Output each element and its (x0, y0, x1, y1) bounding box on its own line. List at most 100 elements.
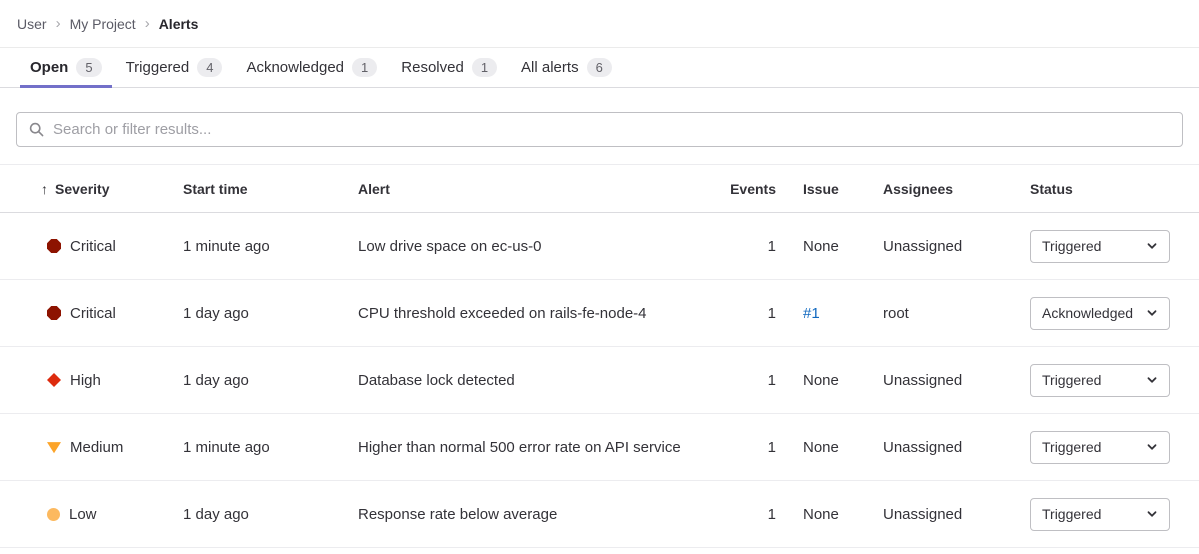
status-cell: Acknowledged (1030, 297, 1184, 330)
status-dropdown[interactable]: Triggered (1030, 431, 1170, 464)
status-cell: Triggered (1030, 364, 1184, 397)
tab-label: Resolved (401, 59, 464, 76)
search-bar (16, 112, 1183, 147)
status-cell: Triggered (1030, 230, 1184, 263)
tab-open[interactable]: Open 5 (20, 48, 112, 87)
status-dropdown-label: Triggered (1042, 506, 1101, 522)
start-time-cell: 1 minute ago (183, 238, 358, 255)
chevron-down-icon (1146, 441, 1158, 453)
issue-value: None (803, 238, 839, 255)
tab-label: All alerts (521, 59, 579, 76)
status-dropdown[interactable]: Acknowledged (1030, 297, 1170, 330)
chevron-down-icon (1146, 240, 1158, 252)
severity-icon (47, 239, 61, 253)
status-dropdown[interactable]: Triggered (1030, 498, 1170, 531)
tab-triggered[interactable]: Triggered 4 (116, 48, 233, 87)
tab-count-badge: 1 (352, 58, 377, 78)
alert-title[interactable]: CPU threshold exceeded on rails-fe-node-… (358, 305, 726, 322)
search-icon (29, 122, 44, 137)
column-header-alert: Alert (358, 181, 726, 197)
severity-icon (47, 306, 61, 320)
events-count: 1 (726, 305, 776, 322)
severity-label: High (70, 372, 101, 389)
alert-table-row[interactable]: Low 1 day ago Response rate below averag… (0, 481, 1199, 548)
status-dropdown-label: Triggered (1042, 439, 1101, 455)
chevron-down-icon (1146, 508, 1158, 520)
severity-icon (47, 440, 61, 454)
chevron-down-icon (1146, 307, 1158, 319)
tab-all-alerts[interactable]: All alerts 6 (511, 48, 622, 87)
issue-cell: None (776, 506, 883, 523)
column-header-status: Status (1030, 181, 1184, 197)
tab-count-badge: 6 (587, 58, 612, 78)
tab-resolved[interactable]: Resolved 1 (391, 48, 507, 87)
tab-count-badge: 1 (472, 58, 497, 78)
tab-count-badge: 5 (76, 58, 101, 78)
severity-cell: Critical (16, 305, 183, 322)
issue-cell: None (776, 439, 883, 456)
issue-cell: None (776, 238, 883, 255)
breadcrumb-project[interactable]: My Project (70, 16, 136, 32)
alert-title[interactable]: Low drive space on ec-us-0 (358, 238, 726, 255)
assignees-cell: Unassigned (883, 238, 1030, 255)
severity-cell: Critical (16, 238, 183, 255)
tab-label: Acknowledged (246, 59, 344, 76)
status-dropdown-label: Triggered (1042, 238, 1101, 254)
start-time-cell: 1 day ago (183, 372, 358, 389)
status-dropdown[interactable]: Triggered (1030, 364, 1170, 397)
search-input-container[interactable] (16, 112, 1183, 147)
status-dropdown-label: Triggered (1042, 372, 1101, 388)
severity-label: Low (69, 506, 97, 523)
alerts-table: ↑ Severity Start time Alert Events Issue… (0, 164, 1199, 548)
column-header-assignees: Assignees (883, 181, 1030, 197)
column-header-events: Events (726, 181, 776, 197)
alert-table-row[interactable]: Critical 1 minute ago Low drive space on… (0, 213, 1199, 280)
alert-title[interactable]: Database lock detected (358, 372, 726, 389)
table-body: Critical 1 minute ago Low drive space on… (0, 213, 1199, 548)
alert-table-row[interactable]: Medium 1 minute ago Higher than normal 5… (0, 414, 1199, 481)
severity-cell: Low (16, 506, 183, 523)
search-input[interactable] (53, 121, 1170, 138)
severity-label: Critical (70, 238, 116, 255)
breadcrumb-separator-icon: › (145, 15, 150, 32)
tab-label: Open (30, 59, 68, 76)
column-header-severity[interactable]: ↑ Severity (16, 181, 183, 197)
breadcrumb-user[interactable]: User (17, 16, 47, 32)
events-count: 1 (726, 439, 776, 456)
column-header-severity-label: Severity (55, 181, 109, 197)
issue-value: None (803, 506, 839, 523)
severity-cell: High (16, 372, 183, 389)
column-header-start-time[interactable]: Start time (183, 181, 358, 197)
breadcrumb-current-page: Alerts (159, 16, 199, 32)
chevron-down-icon (1146, 374, 1158, 386)
events-count: 1 (726, 372, 776, 389)
issue-value: None (803, 439, 839, 456)
issue-cell: #1 (776, 305, 883, 322)
breadcrumb: User › My Project › Alerts (0, 0, 1199, 48)
tab-label: Triggered (126, 59, 190, 76)
alert-status-tabs: Open 5 Triggered 4 Acknowledged 1 Resolv… (0, 48, 1199, 88)
alert-title[interactable]: Higher than normal 500 error rate on API… (358, 439, 726, 456)
alert-table-row[interactable]: High 1 day ago Database lock detected 1 … (0, 347, 1199, 414)
events-count: 1 (726, 506, 776, 523)
tab-count-badge: 4 (197, 58, 222, 78)
tab-acknowledged[interactable]: Acknowledged 1 (236, 48, 387, 87)
alert-title[interactable]: Response rate below average (358, 506, 726, 523)
severity-cell: Medium (16, 439, 183, 456)
severity-label: Medium (70, 439, 123, 456)
issue-link[interactable]: #1 (803, 305, 820, 322)
assignees-cell: Unassigned (883, 439, 1030, 456)
start-time-cell: 1 day ago (183, 506, 358, 523)
alert-table-row[interactable]: Critical 1 day ago CPU threshold exceede… (0, 280, 1199, 347)
breadcrumb-separator-icon: › (56, 15, 61, 32)
sort-ascending-icon: ↑ (41, 181, 48, 197)
assignees-cell: root (883, 305, 1030, 322)
assignees-cell: Unassigned (883, 372, 1030, 389)
assignees-cell: Unassigned (883, 506, 1030, 523)
status-cell: Triggered (1030, 431, 1184, 464)
table-header-row: ↑ Severity Start time Alert Events Issue… (0, 165, 1199, 213)
start-time-cell: 1 minute ago (183, 439, 358, 456)
status-dropdown[interactable]: Triggered (1030, 230, 1170, 263)
issue-cell: None (776, 372, 883, 389)
events-count: 1 (726, 238, 776, 255)
